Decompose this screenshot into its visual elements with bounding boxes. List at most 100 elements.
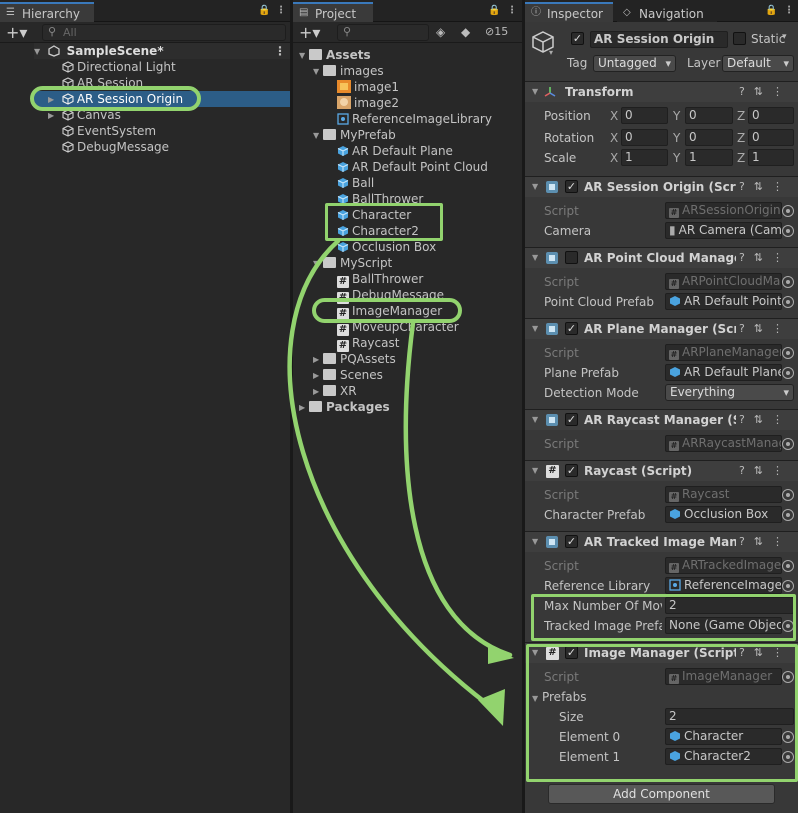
detection-mode-dropdown[interactable]: Everything: [665, 384, 794, 401]
project-folder-myprefab[interactable]: ▼ MyPrefab: [313, 127, 396, 143]
tab-inspector[interactable]: ⓘ Inspector: [525, 2, 613, 22]
ar-session-origin-component-header[interactable]: ▼ ✓ AR Session Origin (Script) ?⇅⋮: [525, 176, 798, 197]
expand-arrow-icon[interactable]: ▶: [313, 368, 323, 384]
object-picker-icon[interactable]: [782, 296, 794, 308]
collapse-arrow-icon[interactable]: ▼: [532, 182, 538, 191]
rotation-x-field[interactable]: 0: [621, 129, 668, 146]
ar-tracked-image-manager-component-header[interactable]: ▼ ✓ AR Tracked Image Manag ?⇅⋮: [525, 531, 798, 552]
transform-component-header[interactable]: ▼ Transform ?⇅⋮: [525, 81, 798, 102]
layer-dropdown[interactable]: Default: [722, 55, 794, 72]
component-enabled-checkbox[interactable]: ✓: [565, 413, 578, 426]
expand-arrow-icon[interactable]: ▼: [299, 48, 309, 64]
object-picker-icon[interactable]: [782, 225, 794, 237]
project-item[interactable]: image2: [337, 95, 399, 111]
object-name-field[interactable]: AR Session Origin: [590, 31, 728, 48]
scale-x-field[interactable]: 1: [621, 149, 668, 166]
hidden-packages-icon[interactable]: ⊘15: [485, 25, 508, 38]
point-cloud-prefab-field[interactable]: AR Default Point: [665, 293, 782, 310]
hierarchy-search-input[interactable]: ⚲ All: [42, 24, 286, 41]
tab-hierarchy[interactable]: ☰ Hierarchy: [0, 2, 94, 22]
project-prefab-item[interactable]: AR Default Plane: [337, 143, 453, 159]
rotation-y-field[interactable]: 0: [685, 129, 733, 146]
component-controls-icon[interactable]: ?⇅⋮: [739, 180, 792, 193]
menu-icon[interactable]: ⋮: [784, 5, 794, 16]
position-x-field[interactable]: 0: [621, 107, 668, 124]
expand-arrow-icon[interactable]: ▼: [313, 64, 323, 80]
tag-dropdown[interactable]: Untagged: [593, 55, 676, 72]
collapse-arrow-icon[interactable]: ▼: [532, 415, 538, 424]
plane-prefab-field[interactable]: AR Default Plane: [665, 364, 782, 381]
static-checkbox[interactable]: [733, 32, 746, 45]
lock-icon[interactable]: 🔒: [765, 5, 777, 16]
ar-raycast-manager-component-header[interactable]: ▼ ✓ AR Raycast Manager (Scr ?⇅⋮: [525, 409, 798, 430]
object-picker-icon[interactable]: [782, 560, 794, 572]
scale-y-field[interactable]: 1: [685, 149, 733, 166]
ar-point-cloud-manager-component-header[interactable]: ▼ AR Point Cloud Manager ( ?⇅⋮: [525, 247, 798, 268]
hierarchy-item[interactable]: Directional Light: [62, 59, 176, 75]
lock-icon[interactable]: 🔒: [488, 5, 500, 16]
object-picker-icon[interactable]: [782, 580, 794, 592]
lock-icon[interactable]: 🔒: [258, 5, 270, 16]
expand-arrow-icon[interactable]: ▼: [34, 44, 44, 60]
component-controls-icon[interactable]: ?⇅⋮: [739, 85, 792, 98]
component-controls-icon[interactable]: ?⇅⋮: [739, 322, 792, 335]
object-picker-icon[interactable]: [782, 367, 794, 379]
object-picker-icon[interactable]: [782, 347, 794, 359]
reference-library-field[interactable]: ReferenceImageL: [665, 577, 782, 594]
scale-z-field[interactable]: 1: [748, 149, 794, 166]
expand-arrow-icon[interactable]: ▶: [313, 384, 323, 400]
project-script-item[interactable]: # BallThrower: [337, 271, 423, 288]
component-enabled-checkbox[interactable]: ✓: [565, 322, 578, 335]
menu-icon[interactable]: ⋮: [276, 5, 286, 16]
expand-arrow-icon[interactable]: ▶: [313, 352, 323, 368]
component-controls-icon[interactable]: ?⇅⋮: [739, 535, 792, 548]
project-folder[interactable]: ▶ PQAssets: [313, 351, 396, 367]
expand-arrow-icon[interactable]: ▼: [313, 128, 323, 144]
object-picker-icon[interactable]: [782, 205, 794, 217]
label-tag-icon[interactable]: ◆: [461, 25, 470, 39]
expand-arrow-icon[interactable]: ▼: [313, 256, 323, 272]
collapse-arrow-icon[interactable]: ▼: [532, 537, 538, 546]
rotation-z-field[interactable]: 0: [748, 129, 794, 146]
collapse-arrow-icon[interactable]: ▼: [532, 253, 538, 262]
hierarchy-item[interactable]: DebugMessage: [62, 139, 169, 155]
create-add-icon[interactable]: +▾: [299, 23, 320, 42]
position-z-field[interactable]: 0: [748, 107, 794, 124]
position-y-field[interactable]: 0: [685, 107, 733, 124]
scene-row[interactable]: ▼ SampleScene* ⋮: [34, 43, 290, 59]
project-item[interactable]: ReferenceImageLibrary: [337, 111, 492, 127]
project-prefab-item[interactable]: AR Default Point Cloud: [337, 159, 488, 175]
project-script-item[interactable]: # Raycast: [337, 335, 399, 352]
project-folder-images[interactable]: ▼ images: [313, 63, 384, 79]
icon-dropdown-icon[interactable]: ▾: [549, 48, 553, 57]
component-controls-icon[interactable]: ?⇅⋮: [739, 464, 792, 477]
tab-navigation[interactable]: ◇ Navigation: [617, 2, 717, 22]
camera-field[interactable]: ▮ AR Camera (Cam: [665, 222, 782, 239]
component-enabled-checkbox[interactable]: ✓: [565, 464, 578, 477]
add-component-button[interactable]: Add Component: [548, 784, 775, 804]
collapse-arrow-icon[interactable]: ▼: [532, 324, 538, 333]
project-folder-packages[interactable]: ▶ Packages: [299, 399, 390, 415]
component-enabled-checkbox[interactable]: [565, 251, 578, 264]
component-enabled-checkbox[interactable]: ✓: [565, 535, 578, 548]
raycast-component-header[interactable]: ▼ # ✓ Raycast (Script) ?⇅⋮: [525, 460, 798, 481]
static-dropdown-icon[interactable]: ▾: [782, 32, 787, 42]
component-controls-icon[interactable]: ?⇅⋮: [739, 413, 792, 426]
project-folder-myscript[interactable]: ▼ MyScript: [313, 255, 392, 271]
object-picker-icon[interactable]: [782, 276, 794, 288]
object-picker-icon[interactable]: [782, 509, 794, 521]
component-enabled-checkbox[interactable]: ✓: [565, 180, 578, 193]
object-picker-icon[interactable]: [782, 438, 794, 450]
object-picker-icon[interactable]: [782, 489, 794, 501]
collapse-arrow-icon[interactable]: ▼: [532, 466, 538, 475]
project-folder-assets[interactable]: ▼ Assets: [299, 47, 371, 63]
project-prefab-item[interactable]: Occlusion Box: [337, 239, 436, 255]
component-controls-icon[interactable]: ?⇅⋮: [739, 251, 792, 264]
project-prefab-item[interactable]: Ball: [337, 175, 374, 191]
ar-plane-manager-component-header[interactable]: ▼ ✓ AR Plane Manager (Script ?⇅⋮: [525, 318, 798, 339]
project-item[interactable]: image1: [337, 79, 399, 95]
filter-type-icon[interactable]: ◈: [436, 25, 445, 39]
collapse-arrow-icon[interactable]: ▼: [532, 87, 538, 96]
scene-menu-icon[interactable]: ⋮: [274, 43, 286, 59]
project-folder[interactable]: ▶ Scenes: [313, 367, 383, 383]
